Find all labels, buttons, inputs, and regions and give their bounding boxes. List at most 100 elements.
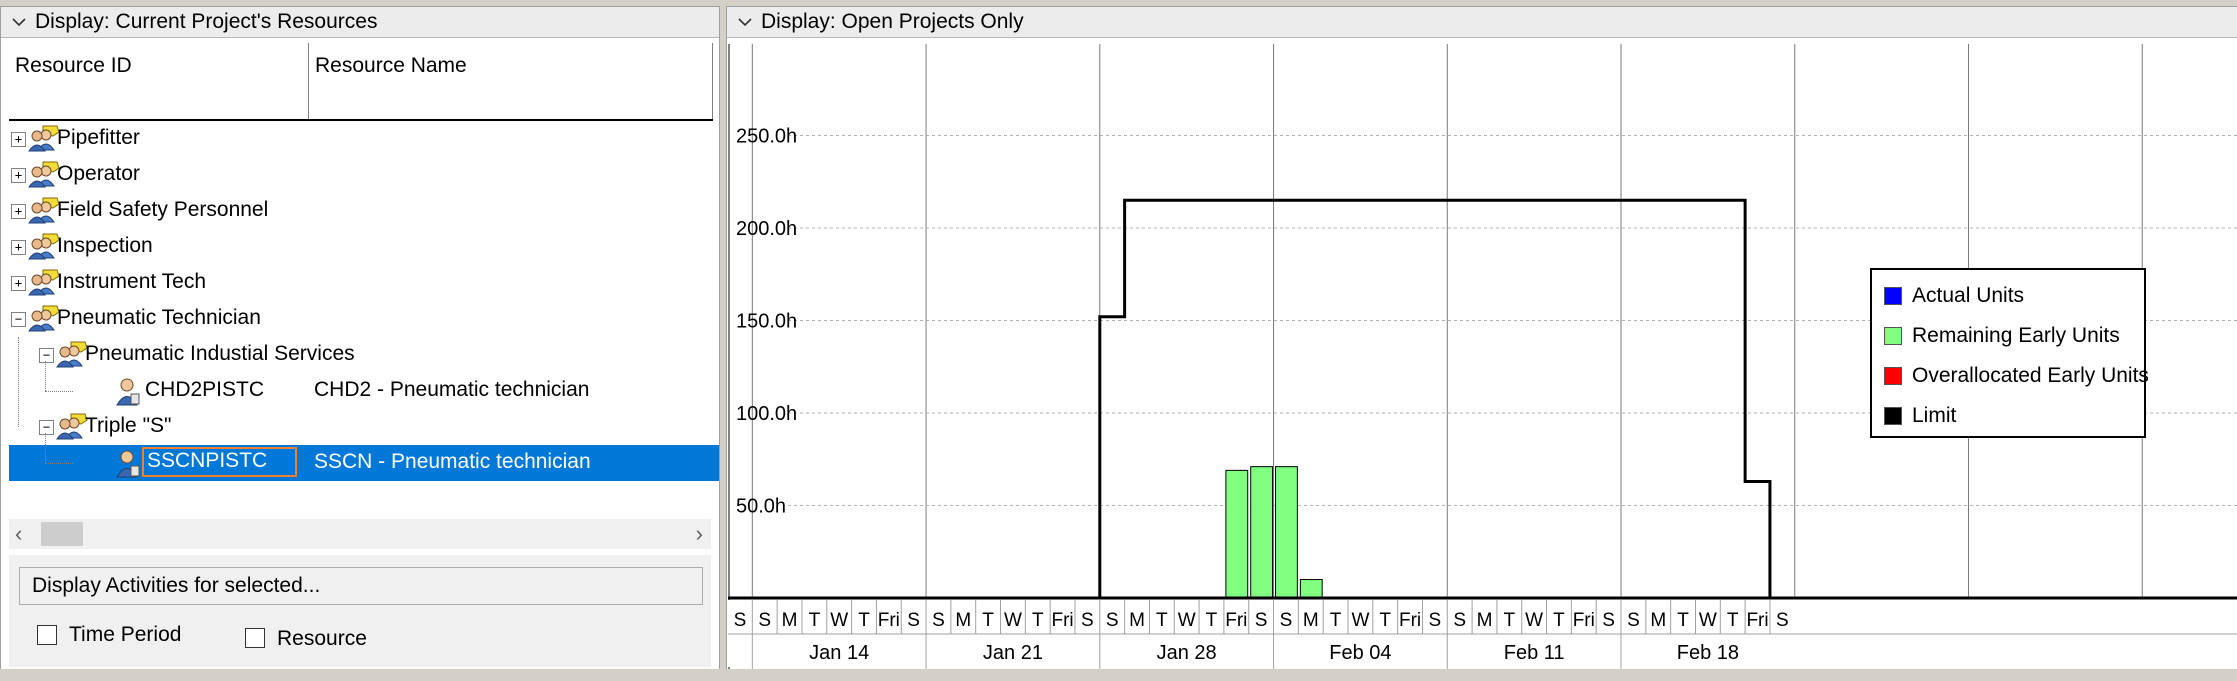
tree-row[interactable]: − Pneumatic Industial Services — [9, 337, 719, 373]
y-tick-label: 100.0h — [736, 403, 797, 425]
status-strip — [0, 669, 2237, 681]
day-label: S — [1081, 610, 1094, 631]
person-icon — [113, 448, 143, 484]
expand-icon[interactable]: + — [11, 168, 26, 183]
collapse-icon[interactable]: − — [39, 348, 54, 363]
legend-label: Remaining Early Units — [1912, 324, 2120, 347]
day-label: S — [734, 610, 747, 631]
day-label: S — [1776, 610, 1789, 631]
y-tick-label: 150.0h — [736, 311, 797, 333]
resource-panel: Display: Current Project's Resources Res… — [0, 6, 720, 671]
time-period-label: Time Period — [69, 623, 182, 646]
day-label: M — [1303, 610, 1319, 631]
resource-group-icon — [27, 268, 61, 302]
legend-label: Overallocated Early Units — [1912, 364, 2149, 387]
resource-id-label: Pneumatic Industial Services — [85, 342, 355, 365]
scrollbar-thumb[interactable] — [41, 522, 83, 546]
remaining-early-units-bar — [1275, 466, 1298, 599]
day-label: T — [1553, 610, 1565, 631]
resource-panel-title: Display: Current Project's Resources — [35, 10, 378, 33]
resource-id-label: Pneumatic Technician — [57, 306, 261, 329]
week-label: Jan 14 — [809, 642, 869, 664]
expand-icon[interactable]: + — [11, 132, 26, 147]
day-label: T — [982, 610, 994, 631]
tree-row[interactable]: SSCNPISTC SSCN - Pneumatic technician — [9, 433, 719, 484]
column-header-resource-id[interactable]: Resource ID — [9, 43, 309, 119]
usage-panel-header[interactable]: Display: Open Projects Only — [727, 7, 2237, 38]
chevron-down-icon[interactable] — [737, 14, 753, 30]
day-label: S — [1627, 610, 1640, 631]
scroll-right-icon[interactable]: › — [696, 521, 703, 547]
day-label: Fri — [1573, 610, 1595, 631]
day-label: M — [1650, 610, 1666, 631]
resource-panel-header[interactable]: Display: Current Project's Resources — [1, 7, 719, 38]
legend-label: Actual Units — [1912, 284, 2025, 307]
tree-row[interactable]: + Operator — [9, 157, 719, 193]
tree-row[interactable]: + Instrument Tech — [9, 265, 719, 301]
expand-icon[interactable]: + — [11, 204, 26, 219]
chevron-down-icon[interactable] — [11, 14, 27, 30]
scroll-left-icon[interactable]: ‹ — [15, 521, 22, 547]
tree-row[interactable]: + Pipefitter — [9, 121, 719, 157]
tree-connector — [18, 337, 19, 427]
display-activities-label: Display Activities for selected... — [32, 574, 321, 597]
tree-row[interactable]: − Triple "S" — [9, 409, 719, 445]
week-label: Jan 21 — [983, 642, 1043, 664]
expand-icon[interactable]: + — [11, 276, 26, 291]
resource-checkbox[interactable] — [245, 628, 265, 648]
horizontal-scrollbar[interactable]: ‹ › — [9, 519, 711, 549]
tree-row[interactable]: CHD2PISTC CHD2 - Pneumatic technician — [9, 361, 719, 409]
resource-group-icon — [27, 160, 61, 194]
resource-group-icon — [27, 304, 61, 338]
remaining-early-units-bar — [1299, 579, 1323, 599]
tree-row[interactable]: − Pneumatic Technician — [9, 301, 719, 337]
day-label: S — [1280, 610, 1293, 631]
day-label: T — [1677, 610, 1689, 631]
resource-name-label: SSCN - Pneumatic technician — [314, 450, 591, 473]
legend-label: Limit — [1912, 404, 1957, 427]
week-label: Feb 18 — [1677, 642, 1739, 664]
day-label: T — [1379, 610, 1391, 631]
week-label: Jan 28 — [1157, 642, 1217, 664]
legend-swatch — [1884, 407, 1902, 425]
day-label: T — [1504, 610, 1516, 631]
day-label: S — [1106, 610, 1119, 631]
day-label: S — [907, 610, 920, 631]
day-label: T — [1032, 610, 1044, 631]
y-tick-label: 200.0h — [736, 218, 797, 240]
column-header-resource-name[interactable]: Resource Name — [309, 43, 713, 119]
expand-icon[interactable]: + — [11, 240, 26, 255]
chart-legend[interactable]: Actual Units Remaining Early Units Overall… — [1870, 268, 2149, 438]
collapse-icon[interactable]: − — [39, 420, 54, 435]
resource-id-label: Pipefitter — [57, 126, 140, 149]
tree-row[interactable]: + Inspection — [9, 229, 719, 265]
resource-id-label: Inspection — [57, 234, 153, 257]
tree-connector — [45, 361, 46, 391]
day-label: S — [1602, 610, 1615, 631]
tree-row[interactable]: + Field Safety Personnel — [9, 193, 719, 229]
day-label: S — [1255, 610, 1268, 631]
usage-panel-title: Display: Open Projects Only — [761, 10, 1024, 33]
legend-item: Limit — [1884, 404, 1956, 428]
collapse-icon[interactable]: − — [11, 312, 26, 327]
resource-group-icon — [27, 232, 61, 266]
legend-item: Actual Units — [1884, 284, 2024, 308]
day-label: Fri — [1051, 610, 1073, 631]
day-label: M — [955, 610, 971, 631]
day-label: M — [1477, 610, 1493, 631]
day-label: T — [1156, 610, 1168, 631]
resource-id-label: SSCNPISTC — [142, 447, 298, 477]
column-label-resource-name: Resource Name — [315, 54, 467, 77]
day-label: T — [1206, 610, 1218, 631]
day-label: W — [1525, 610, 1543, 631]
day-label: S — [1429, 610, 1442, 631]
day-label: Fri — [1746, 610, 1768, 631]
tree-connector — [45, 391, 73, 392]
display-activities-button[interactable]: Display Activities for selected... — [19, 567, 703, 605]
column-label-resource-id: Resource ID — [15, 54, 132, 77]
resource-id-label: Field Safety Personnel — [57, 198, 269, 221]
resource-label: Resource — [277, 627, 367, 650]
legend-swatch — [1884, 367, 1902, 385]
day-label: S — [932, 610, 945, 631]
time-period-checkbox[interactable] — [37, 625, 57, 645]
